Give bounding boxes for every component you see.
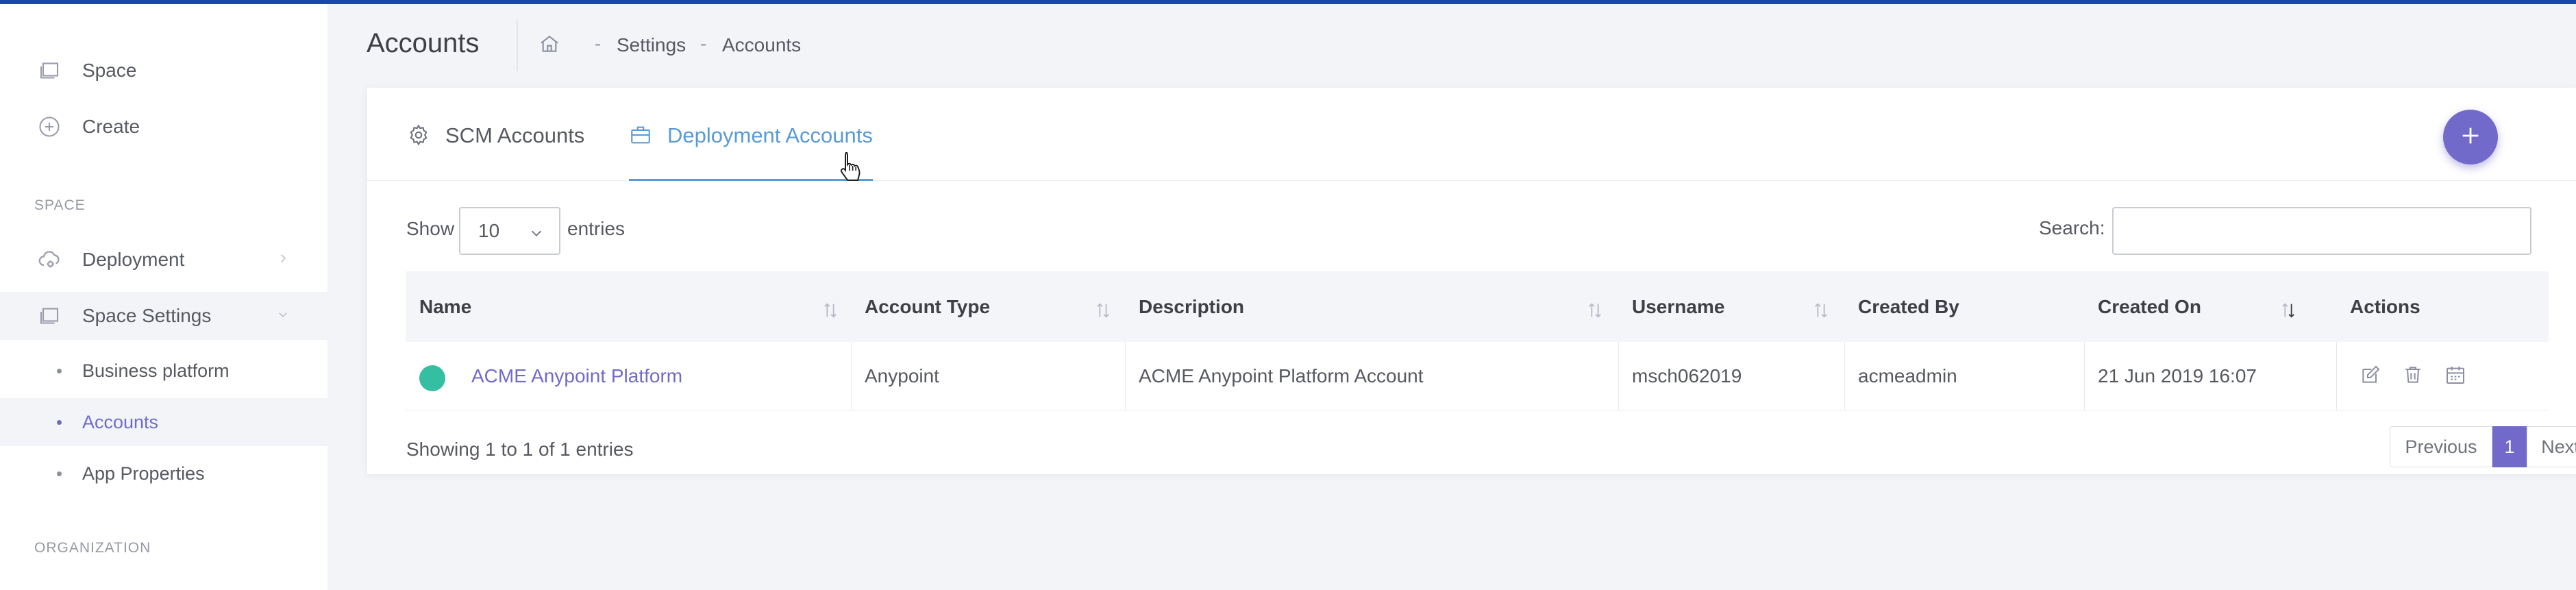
entries-select[interactable]: 10 xyxy=(459,207,560,255)
sort-descending-icon[interactable] xyxy=(2279,300,2298,321)
chevron-down-icon xyxy=(529,223,544,238)
column-divider xyxy=(1844,342,1845,410)
breadcrumb-accounts[interactable]: Accounts xyxy=(722,34,801,56)
accounts-card: SCM Accounts Deployment Accounts Show 10… xyxy=(367,88,2576,474)
status-indicator xyxy=(419,365,445,391)
sidebar-item-create[interactable]: Create xyxy=(0,103,327,151)
column-header-account-type[interactable]: Account Type xyxy=(865,296,990,318)
edit-icon[interactable] xyxy=(2360,364,2383,387)
sidebar-item-label: Deployment xyxy=(82,249,185,270)
tab-deployment-accounts[interactable]: Deployment Accounts xyxy=(629,123,873,181)
column-header-description[interactable]: Description xyxy=(1139,296,1244,318)
chevron-right-icon xyxy=(277,251,289,269)
sort-icon[interactable] xyxy=(1811,300,1831,321)
cell-description: ACME Anypoint Platform Account xyxy=(1139,365,1424,386)
breadcrumb-separator: - xyxy=(700,33,707,54)
previous-page-button[interactable]: Previous xyxy=(2390,426,2492,467)
show-label: Show xyxy=(406,218,455,239)
add-account-button[interactable] xyxy=(2443,110,2498,164)
column-divider xyxy=(1618,342,1619,410)
bullet-dot xyxy=(57,368,62,373)
hand-cursor-icon xyxy=(839,151,862,182)
column-header-created-on[interactable]: Created On xyxy=(2098,296,2201,318)
sidebar-item-space-settings[interactable]: Space Settings xyxy=(0,292,327,340)
sidebar-subitem-app-properties[interactable]: App Properties xyxy=(0,450,327,497)
gear-icon xyxy=(407,123,430,147)
home-icon[interactable] xyxy=(538,33,560,55)
pagination: Previous 1 Next xyxy=(2390,426,2576,467)
sidebar-subitem-accounts[interactable]: Accounts xyxy=(0,398,327,446)
column-divider xyxy=(851,342,852,410)
cloud-gear-icon xyxy=(36,246,63,273)
sidebar-item-space[interactable]: Space xyxy=(0,47,327,95)
sidebar-subitem-label: Business platform xyxy=(82,360,230,381)
main-content: Accounts - Settings - Accounts SCM Accou… xyxy=(327,4,2576,590)
briefcase-icon xyxy=(629,123,652,147)
calendar-icon[interactable] xyxy=(2444,364,2468,387)
next-page-button[interactable]: Next xyxy=(2527,426,2576,467)
tab-label: SCM Accounts xyxy=(445,123,585,147)
sidebar-item-deployment[interactable]: Deployment xyxy=(0,236,327,284)
section-label-organization: ORGANIZATION xyxy=(34,540,151,556)
plus-icon xyxy=(2459,124,2482,151)
sidebar-item-label: Space Settings xyxy=(82,305,212,326)
sidebar-subitem-label: Accounts xyxy=(82,411,159,432)
cell-created-by: acmeadmin xyxy=(1858,365,1957,386)
plus-circle-icon xyxy=(36,113,63,140)
column-header-name[interactable]: Name xyxy=(419,296,471,318)
chevron-down-icon xyxy=(277,307,289,325)
sidebar: Space Create SPACE Deployment Space Sett… xyxy=(0,4,327,590)
tab-label: Deployment Accounts xyxy=(667,123,873,147)
title-divider xyxy=(517,21,518,71)
column-divider xyxy=(2336,342,2337,410)
sidebar-item-label: Space xyxy=(82,60,137,81)
bullet-dot xyxy=(57,419,62,425)
table-header: Name Account Type Description Username C… xyxy=(406,271,2549,342)
sidebar-subitem-business-platform[interactable]: Business platform xyxy=(0,347,327,395)
account-name-link[interactable]: ACME Anypoint Platform xyxy=(471,365,682,387)
tab-scm-accounts[interactable]: SCM Accounts xyxy=(407,123,584,181)
breadcrumb-separator: - xyxy=(595,33,602,54)
sidebar-subitem-label: App Properties xyxy=(82,463,205,484)
stack-icon xyxy=(36,57,63,84)
delete-icon[interactable] xyxy=(2402,364,2425,387)
column-header-actions: Actions xyxy=(2350,296,2420,317)
entries-info: Showing 1 to 1 of 1 entries xyxy=(406,439,634,460)
sort-icon[interactable] xyxy=(821,300,840,321)
bullet-dot xyxy=(57,471,62,476)
section-label-space: SPACE xyxy=(34,197,86,213)
column-divider xyxy=(2084,342,2085,410)
cell-created-on: 21 Jun 2019 16:07 xyxy=(2098,365,2257,386)
search-input[interactable] xyxy=(2112,207,2531,255)
page-1-button[interactable]: 1 xyxy=(2492,426,2527,467)
entries-label: entries xyxy=(567,218,626,239)
stack-icon xyxy=(36,302,63,330)
sort-icon[interactable] xyxy=(1585,300,1605,321)
search-label: Search: xyxy=(2039,217,2105,238)
page-title: Accounts xyxy=(367,28,480,58)
sidebar-item-label: Create xyxy=(82,116,140,137)
column-header-created-by[interactable]: Created By xyxy=(1858,296,1959,318)
table-row: ACME Anypoint Platform Anypoint ACME Any… xyxy=(406,342,2549,410)
column-divider xyxy=(1125,342,1126,410)
entries-value: 10 xyxy=(478,220,500,241)
tabs-bar: SCM Accounts Deployment Accounts xyxy=(367,88,2576,181)
cell-username: msch062019 xyxy=(1632,365,1742,386)
sort-icon[interactable] xyxy=(1093,300,1113,321)
breadcrumb-settings[interactable]: Settings xyxy=(617,34,686,56)
column-header-username[interactable]: Username xyxy=(1632,296,1724,318)
cell-account-type: Anypoint xyxy=(865,365,939,386)
